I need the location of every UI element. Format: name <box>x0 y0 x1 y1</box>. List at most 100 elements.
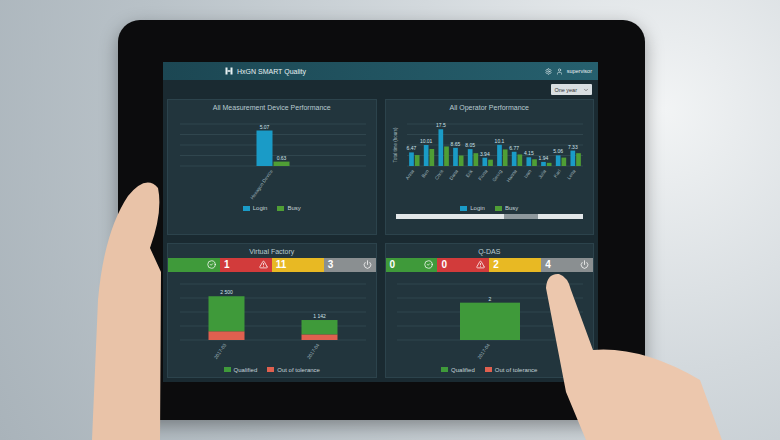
stacked-chart: 2 500 2017-03 1 142 2017-04 <box>174 274 370 366</box>
bar-segment[interactable] <box>301 320 337 334</box>
category-label: Lena <box>567 168 577 180</box>
bar[interactable] <box>518 154 523 166</box>
bar-group: 8.05 Erik <box>465 142 478 178</box>
bar[interactable] <box>562 158 567 166</box>
bar-segment[interactable] <box>208 331 244 340</box>
bar[interactable] <box>474 153 479 166</box>
grid-line <box>407 134 583 135</box>
bar[interactable] <box>497 145 502 166</box>
header-actions: supervisor <box>545 68 592 75</box>
category-label: 2017-03 <box>213 342 227 360</box>
bar-group: 17.5Chris <box>434 122 449 181</box>
chart-legend: Qualified Out of tolerance <box>172 366 372 374</box>
check-icon <box>424 260 433 269</box>
bar-group: 5.06Karl <box>553 148 566 178</box>
legend-item[interactable]: Qualified <box>441 367 475 373</box>
bar[interactable] <box>527 157 532 166</box>
status-segment[interactable]: 11 <box>272 258 324 272</box>
status-segment[interactable]: 0 <box>386 258 438 272</box>
legend-item[interactable]: Login <box>243 205 268 211</box>
bar[interactable] <box>488 160 493 166</box>
bar[interactable] <box>453 148 458 166</box>
bar[interactable] <box>576 153 581 166</box>
status-segment[interactable]: 4 <box>541 258 593 272</box>
user-icon[interactable] <box>556 68 563 75</box>
bar-stack: 22017-04 <box>460 295 520 359</box>
bar[interactable] <box>439 129 444 166</box>
bar[interactable] <box>273 162 289 166</box>
scrollbar-thumb[interactable] <box>504 214 538 219</box>
grid-line <box>180 311 366 312</box>
bar[interactable] <box>547 163 552 166</box>
app-brand: HxGN SMART Quality <box>225 67 306 75</box>
bar-total: 1 142 <box>313 313 326 319</box>
category-label: Anna <box>405 168 416 180</box>
status-segment[interactable] <box>168 258 220 272</box>
status-segment[interactable]: 1 <box>220 258 272 272</box>
dashboard-panel: All Measurement Device Performance5.070.… <box>167 99 377 235</box>
bar-segment[interactable] <box>208 296 244 331</box>
bar[interactable] <box>409 152 414 166</box>
category-label: 2017-04 <box>306 342 320 360</box>
bar-segment[interactable] <box>301 334 337 340</box>
legend-swatch <box>441 367 448 372</box>
bar[interactable] <box>424 145 429 166</box>
bar[interactable] <box>444 146 449 166</box>
power-icon <box>363 260 372 269</box>
app-title: HxGN SMART Quality <box>237 68 306 75</box>
panel-grid: All Measurement Device Performance5.070.… <box>163 97 598 382</box>
legend-item[interactable]: Out of tolerance <box>267 367 320 373</box>
grid-line <box>180 325 366 326</box>
grid-line <box>180 297 366 298</box>
bar[interactable] <box>459 156 464 167</box>
dashboard-panel: All Operator PerformanceTotal time (hour… <box>385 99 595 235</box>
bar[interactable] <box>430 149 435 166</box>
category-label: Chris <box>434 168 445 181</box>
category-label: Dana <box>449 168 460 181</box>
status-segment[interactable]: 0 <box>437 258 489 272</box>
right-hand <box>546 274 722 440</box>
bar[interactable] <box>256 131 272 166</box>
chart-legend: Login Busy <box>172 204 372 212</box>
period-select[interactable]: One year <box>551 84 592 95</box>
gear-icon[interactable] <box>545 68 552 75</box>
status-segment[interactable]: 3 <box>324 258 376 272</box>
legend-item[interactable]: Busy <box>495 205 518 211</box>
bar-segment[interactable] <box>460 302 520 339</box>
tablet: HxGN SMART Quality supervisor One year All … <box>118 20 645 420</box>
bar-value: 8.05 <box>466 142 476 148</box>
bar[interactable] <box>512 152 517 166</box>
grid-line <box>180 145 366 146</box>
bar-total: 2 500 <box>220 289 233 295</box>
bar-value: 6.47 <box>407 145 417 151</box>
warning-icon <box>476 260 485 269</box>
legend-item[interactable]: Qualified <box>224 367 258 373</box>
bar[interactable] <box>571 151 576 166</box>
bar-group: 4.15Ivan <box>523 150 537 179</box>
chevron-icon <box>583 87 589 93</box>
bar-stack: 2 500 2017-03 <box>208 289 244 360</box>
legend-item[interactable]: Busy <box>277 205 300 211</box>
bar[interactable] <box>468 149 473 166</box>
category-label: Erik <box>465 168 474 178</box>
bar[interactable] <box>483 158 488 166</box>
legend-item[interactable]: Out of tolerance <box>485 367 538 373</box>
chart-scrollbar[interactable] <box>396 214 584 219</box>
legend-item[interactable]: Login <box>460 205 485 211</box>
status-count: 1 <box>224 259 230 270</box>
bar[interactable] <box>415 155 420 166</box>
bar[interactable] <box>503 149 508 166</box>
legend-swatch <box>485 367 492 372</box>
axis-label: Total time (hours) <box>393 127 398 162</box>
status-segment[interactable]: 2 <box>489 258 541 272</box>
left-hand <box>92 183 161 440</box>
bar[interactable] <box>541 162 546 166</box>
stacked-chart: 22017-04 <box>391 274 587 366</box>
grid-line <box>180 166 366 167</box>
photo-scene: HxGN SMART Quality supervisor One year All … <box>0 0 780 440</box>
warning-icon <box>259 260 268 269</box>
bar[interactable] <box>556 155 561 166</box>
panel-title: Virtual Factory <box>172 247 372 258</box>
user-name[interactable]: supervisor <box>567 68 592 74</box>
bar[interactable] <box>532 159 537 166</box>
